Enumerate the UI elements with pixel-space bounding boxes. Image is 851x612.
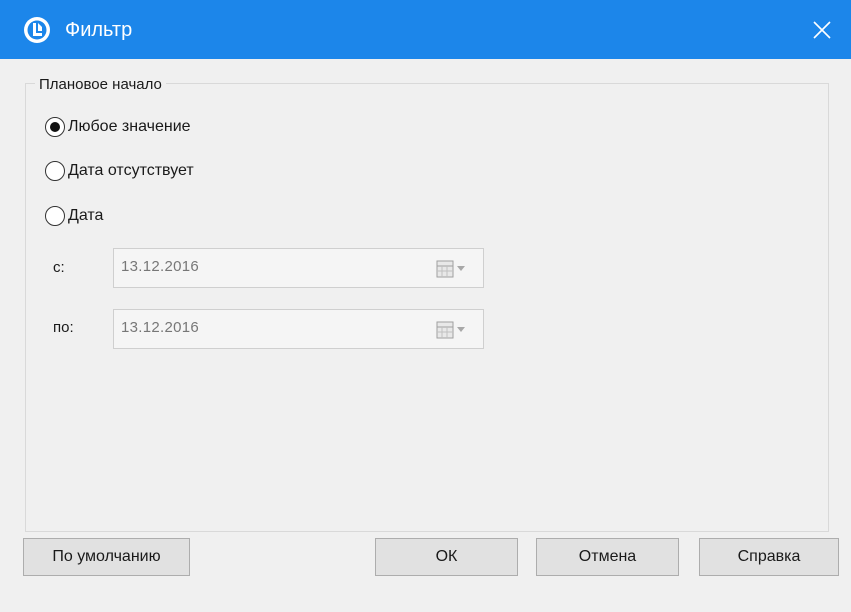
to-date-field[interactable]: 13.12.2016 <box>113 309 484 349</box>
help-button[interactable]: Справка <box>699 538 839 576</box>
close-button[interactable] <box>794 0 850 59</box>
title-bar: Фильтр <box>0 0 851 59</box>
radio-any-value[interactable]: Любое значение <box>45 115 191 139</box>
radio-date[interactable]: Дата <box>45 204 103 228</box>
default-button[interactable]: По умолчанию <box>23 538 190 576</box>
radio-label: Дата <box>68 207 104 224</box>
from-date-field[interactable]: 13.12.2016 <box>113 248 484 288</box>
ok-button[interactable]: ОК <box>375 538 518 576</box>
calendar-dropdown-icon[interactable] <box>435 321 475 339</box>
from-date-value: 13.12.2016 <box>121 258 200 275</box>
app-logo-icon <box>23 16 51 44</box>
to-date-value: 13.12.2016 <box>121 319 200 336</box>
to-label: по: <box>53 319 74 336</box>
planned-start-group <box>25 83 829 532</box>
close-icon <box>813 20 831 39</box>
calendar-dropdown-icon[interactable] <box>435 260 475 278</box>
radio-date-missing[interactable]: Дата отсутствует <box>45 159 194 183</box>
radio-button[interactable] <box>45 161 65 181</box>
radio-label: Дата отсутствует <box>68 162 194 179</box>
radio-button-selected[interactable] <box>45 117 65 137</box>
radio-label: Любое значение <box>68 118 191 135</box>
group-title: Плановое начало <box>35 75 166 95</box>
cancel-button[interactable]: Отмена <box>536 538 679 576</box>
radio-button[interactable] <box>45 206 65 226</box>
window-title: Фильтр <box>65 19 133 41</box>
from-label: с: <box>53 259 65 276</box>
dialog-body: Плановое начало Любое значение Дата отсу… <box>1 59 850 612</box>
